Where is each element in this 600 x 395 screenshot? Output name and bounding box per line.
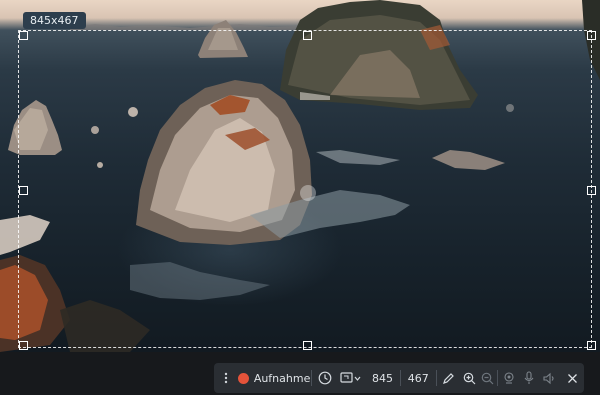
speaker-icon[interactable] xyxy=(538,363,560,393)
capture-size-badge: 845x467 xyxy=(23,12,86,29)
resize-handle-middle-left[interactable] xyxy=(19,186,28,195)
screen-capture-area[interactable]: 845x467 xyxy=(0,0,600,352)
height-input[interactable]: 467 xyxy=(401,363,436,393)
width-input[interactable]: 845 xyxy=(365,363,400,393)
clock-icon[interactable] xyxy=(312,363,338,393)
capture-toolbar: Aufnahme 845 467 xyxy=(214,363,584,393)
center-crosshair xyxy=(300,185,316,201)
zoom-in-icon[interactable] xyxy=(460,363,478,393)
resize-handle-bottom-right[interactable] xyxy=(587,341,596,350)
height-value: 467 xyxy=(407,371,429,385)
resize-handle-top-right[interactable] xyxy=(587,31,596,40)
resize-handle-top-left[interactable] xyxy=(19,31,28,40)
record-button[interactable]: Aufnahme xyxy=(237,363,311,393)
width-value: 845 xyxy=(372,371,393,385)
record-dot-icon xyxy=(237,372,249,384)
close-icon[interactable] xyxy=(560,363,584,393)
resize-handle-bottom-center[interactable] xyxy=(303,341,312,350)
display-dropdown-icon[interactable] xyxy=(338,363,365,393)
microphone-icon[interactable] xyxy=(520,363,538,393)
zoom-out-icon[interactable] xyxy=(479,363,497,393)
resize-handle-middle-right[interactable] xyxy=(587,186,596,195)
pen-icon[interactable] xyxy=(437,363,461,393)
record-button-label: Aufnahme xyxy=(253,371,311,385)
webcam-icon[interactable] xyxy=(498,363,520,393)
resize-handle-bottom-left[interactable] xyxy=(19,341,28,350)
drag-handle-icon[interactable] xyxy=(214,363,238,393)
resize-handle-top-center[interactable] xyxy=(303,31,312,40)
